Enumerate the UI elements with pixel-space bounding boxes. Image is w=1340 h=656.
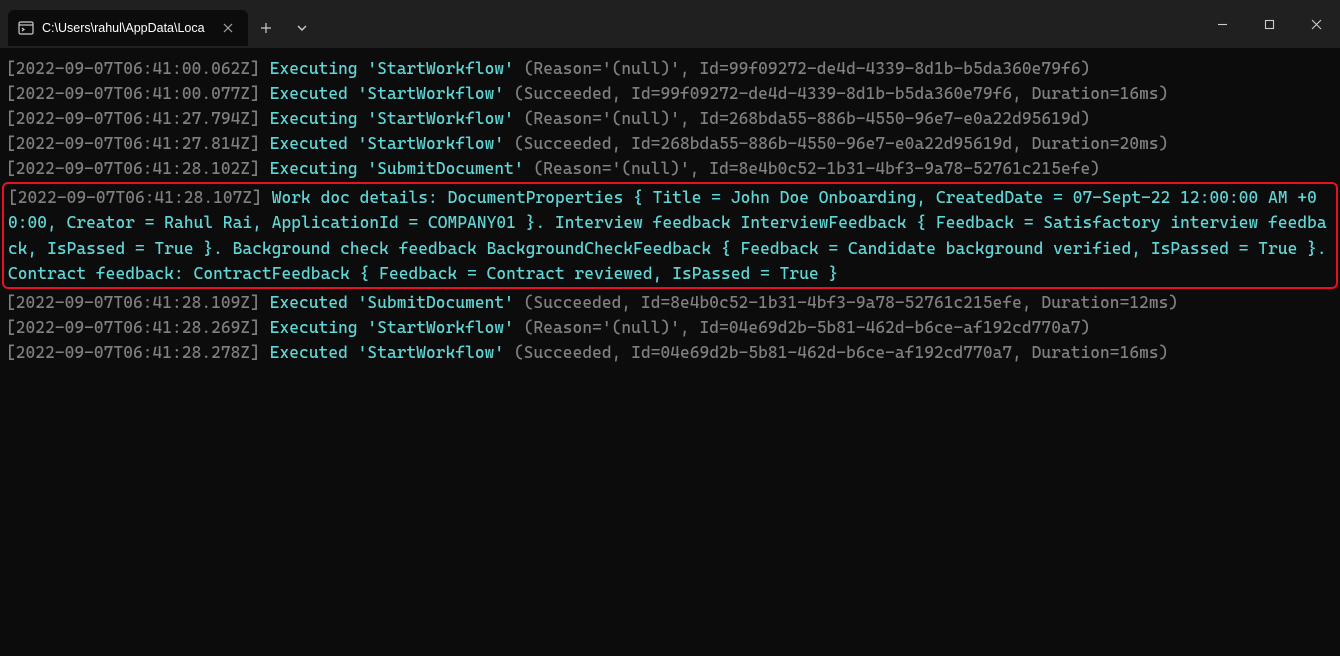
terminal-output[interactable]: [2022-09-07T06:41:00.062Z] Executing 'St… <box>0 48 1340 398</box>
maximize-button[interactable] <box>1246 4 1293 44</box>
log-action: Executing 'StartWorkflow' <box>270 59 514 78</box>
log-action: Executed 'StartWorkflow' <box>270 134 504 153</box>
new-tab-button[interactable] <box>248 10 284 46</box>
log-action: Executed 'StartWorkflow' <box>270 84 504 103</box>
log-action: Executing 'SubmitDocument' <box>270 159 524 178</box>
log-timestamp: [2022-09-07T06:41:28.107Z] <box>8 188 262 207</box>
log-detail: (Reason='(null)', Id=04e69d2b-5b81-462d-… <box>514 318 1090 337</box>
log-timestamp: [2022-09-07T06:41:28.269Z] <box>6 318 260 337</box>
log-timestamp: [2022-09-07T06:41:28.102Z] <box>6 159 260 178</box>
log-detail: (Succeeded, Id=8e4b0c52-1b31-4bf3-9a78-5… <box>514 293 1178 312</box>
log-detail: (Succeeded, Id=268bda55-886b-4550-96e7-e… <box>504 134 1168 153</box>
log-timestamp: [2022-09-07T06:41:27.794Z] <box>6 109 260 128</box>
log-action: Executed 'SubmitDocument' <box>270 293 514 312</box>
minimize-button[interactable] <box>1199 4 1246 44</box>
log-timestamp: [2022-09-07T06:41:28.278Z] <box>6 343 260 362</box>
log-action: Executing 'StartWorkflow' <box>270 109 514 128</box>
log-timestamp: [2022-09-07T06:41:27.814Z] <box>6 134 260 153</box>
highlighted-log-entry: [2022-09-07T06:41:28.107Z] Work doc deta… <box>2 182 1338 288</box>
log-detail: (Succeeded, Id=04e69d2b-5b81-462d-b6ce-a… <box>504 343 1168 362</box>
active-tab[interactable]: C:\Users\rahul\AppData\Loca <box>8 10 248 46</box>
tab-dropdown-button[interactable] <box>284 10 320 46</box>
close-window-button[interactable] <box>1293 4 1340 44</box>
log-detail: (Reason='(null)', Id=99f09272-de4d-4339-… <box>514 59 1090 78</box>
log-timestamp: [2022-09-07T06:41:00.062Z] <box>6 59 260 78</box>
log-timestamp: [2022-09-07T06:41:28.109Z] <box>6 293 260 312</box>
log-detail: (Reason='(null)', Id=268bda55-886b-4550-… <box>514 109 1090 128</box>
log-detail: (Reason='(null)', Id=8e4b0c52-1b31-4bf3-… <box>524 159 1100 178</box>
tab-title: C:\Users\rahul\AppData\Loca <box>42 21 212 35</box>
window-controls <box>1199 4 1340 44</box>
terminal-icon <box>18 20 34 36</box>
log-detail: (Succeeded, Id=99f09272-de4d-4339-8d1b-b… <box>504 84 1168 103</box>
log-timestamp: [2022-09-07T06:41:00.077Z] <box>6 84 260 103</box>
titlebar: C:\Users\rahul\AppData\Loca <box>0 0 1340 48</box>
log-action: Executing 'StartWorkflow' <box>270 318 514 337</box>
close-tab-button[interactable] <box>220 20 236 36</box>
log-action: Executed 'StartWorkflow' <box>270 343 504 362</box>
